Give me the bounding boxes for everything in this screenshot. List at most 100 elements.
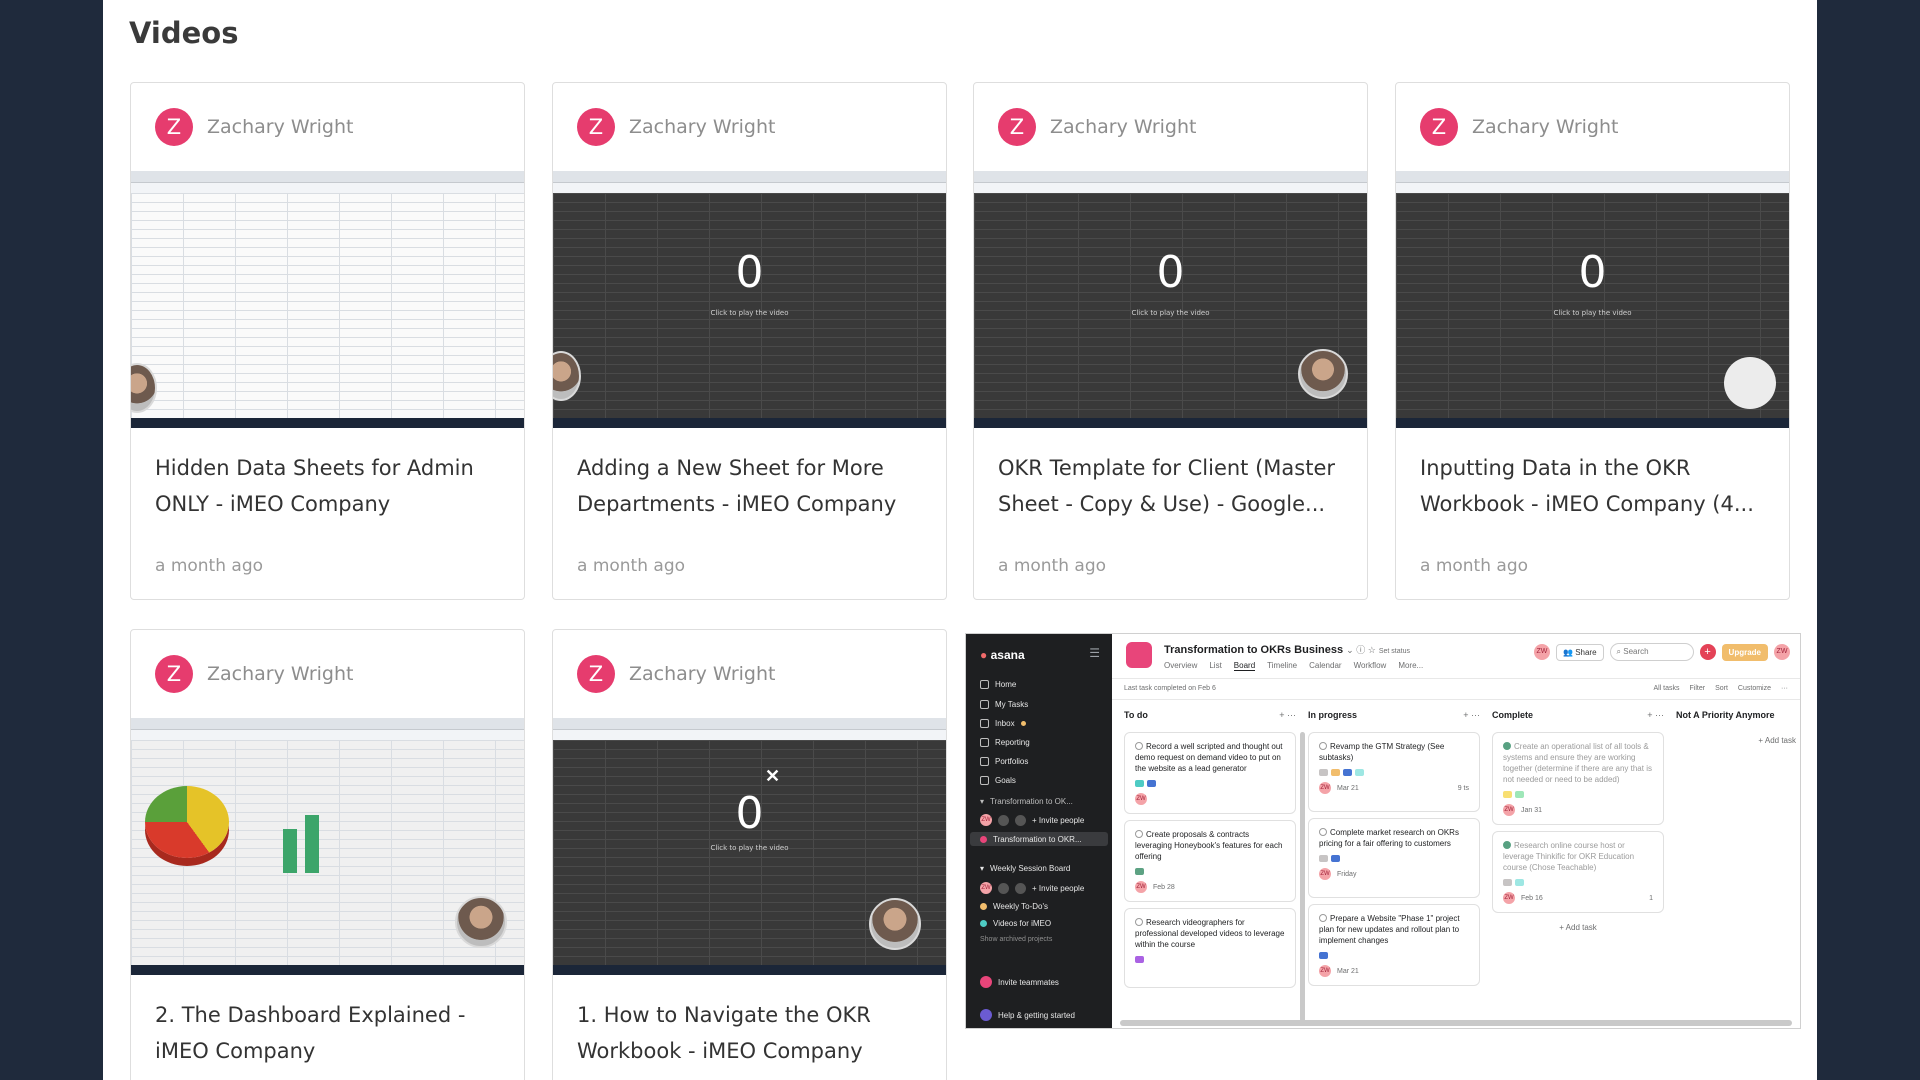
team-heading[interactable]: ▾ Transformation to OK... — [980, 797, 1073, 806]
check-icon[interactable] — [1135, 918, 1143, 926]
task-card[interactable]: Complete market research on OKRs pricing… — [1308, 818, 1480, 898]
invite-people-link[interactable]: ZW + Invite people — [980, 814, 1084, 826]
video-card[interactable]: Z Zachary Wright 0 Click to play the vid… — [552, 82, 947, 600]
tag — [1331, 855, 1340, 862]
add-task-button[interactable]: + Add task — [1676, 736, 1796, 745]
column-actions[interactable]: + ··· — [1279, 710, 1296, 720]
invite-teammates-button[interactable]: Invite teammates — [980, 976, 1059, 988]
video-title[interactable]: 1. How to Navigate the OKR Workbook - iM… — [553, 975, 946, 1080]
team-heading[interactable]: ▾ Weekly Session Board — [980, 864, 1070, 873]
bell-icon — [980, 719, 989, 728]
search-input[interactable]: ⌕ Search — [1609, 643, 1694, 661]
scrollbar[interactable] — [1300, 732, 1305, 1022]
taskbar — [131, 418, 524, 428]
video-thumbnail[interactable]: 0 Click to play the video — [1396, 171, 1789, 428]
avatar[interactable]: ZW — [1533, 644, 1550, 660]
video-card[interactable]: Z Zachary Wright 2. The Dashboard Explai… — [130, 629, 525, 1080]
project-title[interactable]: Transformation to OKRs Business ⌄ ⓘ ☆ Se… — [1164, 643, 1410, 656]
sidebar-item-portfolios[interactable]: Portfolios — [980, 757, 1028, 766]
tab-calendar[interactable]: Calendar — [1309, 661, 1341, 671]
column-actions[interactable]: + ··· — [1463, 710, 1480, 720]
asana-board-screenshot: ● asana ☰ Home My Tasks Inbox Reporting … — [965, 633, 1801, 1029]
avatar: Z — [577, 655, 615, 693]
task-card[interactable]: Research online course host or leverage … — [1492, 831, 1664, 913]
video-card[interactable]: Z Zachary Wright ✕ 0 Click to play the v… — [552, 629, 947, 1080]
task-card[interactable]: Research videographers for professional … — [1124, 908, 1296, 988]
video-thumbnail[interactable]: 0 Click to play the video — [553, 171, 946, 428]
section-title: Videos — [129, 16, 239, 50]
board-column: In progress + ··· Revamp the GTM Strategy… — [1308, 710, 1480, 1028]
check-icon[interactable] — [1319, 828, 1327, 836]
avatar[interactable]: ZW — [1774, 644, 1790, 660]
column-header: In progress + ··· — [1308, 710, 1480, 720]
check-icon[interactable] — [1135, 830, 1143, 838]
help-button[interactable]: Help & getting started — [980, 1009, 1075, 1021]
filter-button[interactable]: Filter — [1690, 685, 1706, 692]
processing-counter: 0 — [735, 788, 764, 839]
video-title[interactable]: 2. The Dashboard Explained - iMEO Compan… — [131, 975, 524, 1080]
all-tasks-button[interactable]: All tasks — [1653, 685, 1679, 692]
share-button[interactable]: 👥 Share — [1555, 643, 1604, 661]
video-title[interactable]: Adding a New Sheet for More Departments … — [553, 428, 946, 542]
menu-icon[interactable]: ☰ — [1089, 646, 1100, 660]
add-task-button[interactable]: + Add task — [1492, 923, 1664, 932]
check-icon[interactable] — [1319, 742, 1327, 750]
task-card[interactable]: Create proposals & contracts leveraging … — [1124, 820, 1296, 902]
video-thumbnail[interactable] — [131, 718, 524, 975]
sidebar-item-goals[interactable]: Goals — [980, 776, 1016, 785]
author-name: Zachary Wright — [1050, 116, 1197, 138]
tab-timeline[interactable]: Timeline — [1267, 661, 1297, 671]
sidebar-item-home[interactable]: Home — [980, 680, 1016, 689]
video-card[interactable]: Z Zachary Wright 0 Click to play the vid… — [1395, 82, 1790, 600]
processing-text: Click to play the video — [710, 844, 789, 852]
tab-list[interactable]: List — [1209, 661, 1221, 671]
taskbar — [553, 418, 946, 428]
project-icon — [1126, 642, 1152, 668]
task-card[interactable]: Record a well scripted and thought out d… — [1124, 732, 1296, 814]
customize-button[interactable]: Customize — [1738, 685, 1771, 692]
sidebar-item-reporting[interactable]: Reporting — [980, 738, 1030, 747]
tag — [1515, 791, 1524, 798]
sort-button[interactable]: Sort — [1715, 685, 1728, 692]
unread-dot — [1020, 721, 1026, 726]
task-card[interactable]: Revamp the GTM Strategy (See subtasks) Z… — [1308, 732, 1480, 812]
video-thumbnail[interactable] — [131, 171, 524, 428]
set-status-button[interactable]: Set status — [1379, 648, 1410, 655]
sidebar-item-inbox[interactable]: Inbox — [980, 719, 1026, 728]
video-title[interactable]: OKR Template for Client (Master Sheet - … — [974, 428, 1367, 542]
tab-workflow[interactable]: Workflow — [1354, 661, 1387, 671]
column-actions[interactable]: + ··· — [1647, 710, 1664, 720]
create-button[interactable]: + — [1699, 644, 1716, 660]
sidebar-project-weekly[interactable]: Weekly To-Do's — [980, 902, 1048, 911]
sidebar-project-okr[interactable]: Transformation to OKR... — [970, 832, 1108, 846]
tab-board[interactable]: Board — [1233, 661, 1256, 671]
task-card[interactable]: Create an operational list of all tools … — [1492, 732, 1664, 825]
project-tabs: Overview List Board Timeline Calendar Wo… — [1164, 661, 1423, 671]
video-thumbnail[interactable]: 0 Click to play the video — [974, 171, 1367, 428]
sidebar-item-my-tasks[interactable]: My Tasks — [980, 700, 1028, 709]
tab-more[interactable]: More... — [1398, 661, 1423, 671]
upgrade-button[interactable]: Upgrade — [1721, 643, 1768, 661]
folder-icon — [980, 757, 989, 766]
video-thumbnail[interactable]: ✕ 0 Click to play the video — [553, 718, 946, 975]
tab-overview[interactable]: Overview — [1164, 661, 1197, 671]
check-icon[interactable] — [1503, 841, 1511, 849]
check-icon[interactable] — [1503, 742, 1511, 750]
tag — [1331, 769, 1340, 776]
video-card[interactable]: Z Zachary Wright Hidden Data Sheets for … — [130, 82, 525, 600]
more-icon[interactable]: ··· — [1781, 685, 1788, 692]
board-toolbar: Last task completed on Feb 6 All tasks F… — [1112, 678, 1800, 700]
card-header: Z Zachary Wright — [131, 630, 524, 718]
header-actions: ZW 👥 Share ⌕ Search + Upgrade ZW — [1533, 643, 1790, 661]
video-title[interactable]: Hidden Data Sheets for Admin ONLY - iMEO… — [131, 428, 524, 542]
task-card[interactable]: Prepare a Website "Phase 1" project plan… — [1308, 904, 1480, 986]
video-card[interactable]: Z Zachary Wright 0 Click to play the vid… — [973, 82, 1368, 600]
video-title[interactable]: Inputting Data in the OKR Workbook - iME… — [1396, 428, 1789, 542]
invite-people-link[interactable]: ZW + Invite people — [980, 882, 1084, 894]
card-header: Z Zachary Wright — [553, 630, 946, 718]
show-archived-link[interactable]: Show archived projects — [980, 936, 1052, 943]
horizontal-scrollbar[interactable] — [1120, 1020, 1792, 1026]
sidebar-project-videos[interactable]: Videos for iMEO — [980, 919, 1051, 928]
check-icon[interactable] — [1135, 742, 1143, 750]
check-icon[interactable] — [1319, 914, 1327, 922]
